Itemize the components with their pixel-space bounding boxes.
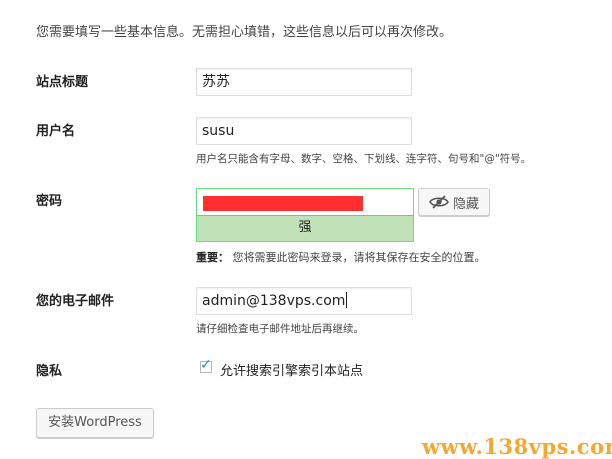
privacy-checkbox-label[interactable]: 允许搜索引擎索引本站点 <box>220 360 363 379</box>
email-hint: 请仔细检查电子邮件地址后再继续。 <box>196 323 364 335</box>
text-cursor <box>346 292 348 308</box>
privacy-checkbox[interactable]: ✓ <box>200 357 212 373</box>
site-title-input[interactable]: 苏苏 <box>196 68 412 96</box>
password-redaction <box>203 196 363 211</box>
important-label: 重要： <box>196 251 229 264</box>
site-title-label: 站点标题 <box>36 75 89 90</box>
hide-password-label: 隐藏 <box>452 196 479 212</box>
checkmark-icon: ✓ <box>200 357 212 373</box>
username-input[interactable]: susu <box>196 117 412 145</box>
username-hint: 用户名只能含有字母、数字、空格、下划线、连字符、句号和"@"符号。 <box>196 153 532 165</box>
password-important-note: 重要： 您将需要此密码来登录，请将其保存在安全的位置。 <box>196 249 486 265</box>
watermark: www.138vps.com <box>422 434 612 459</box>
password-input[interactable] <box>197 189 413 215</box>
email-value: admin@138vps.com <box>202 293 346 309</box>
email-label: 您的电子邮件 <box>36 294 115 309</box>
hide-password-button[interactable]: 隐藏 <box>418 188 490 216</box>
email-input[interactable]: admin@138vps.com <box>196 287 412 315</box>
password-strength-meter: 强 <box>197 215 413 241</box>
username-label: 用户名 <box>36 124 76 139</box>
intro-text: 您需要填写一些基本信息。无需担心填错，这些信息以后可以再次修改。 <box>36 25 453 40</box>
important-text: 您将需要此密码来登录，请将其保存在安全的位置。 <box>232 251 486 264</box>
privacy-label: 隐私 <box>36 364 63 379</box>
password-field-group: 强 <box>196 188 414 242</box>
password-label: 密码 <box>36 194 63 209</box>
install-wordpress-button[interactable]: 安装WordPress <box>36 408 154 438</box>
eye-slash-icon <box>429 195 449 209</box>
